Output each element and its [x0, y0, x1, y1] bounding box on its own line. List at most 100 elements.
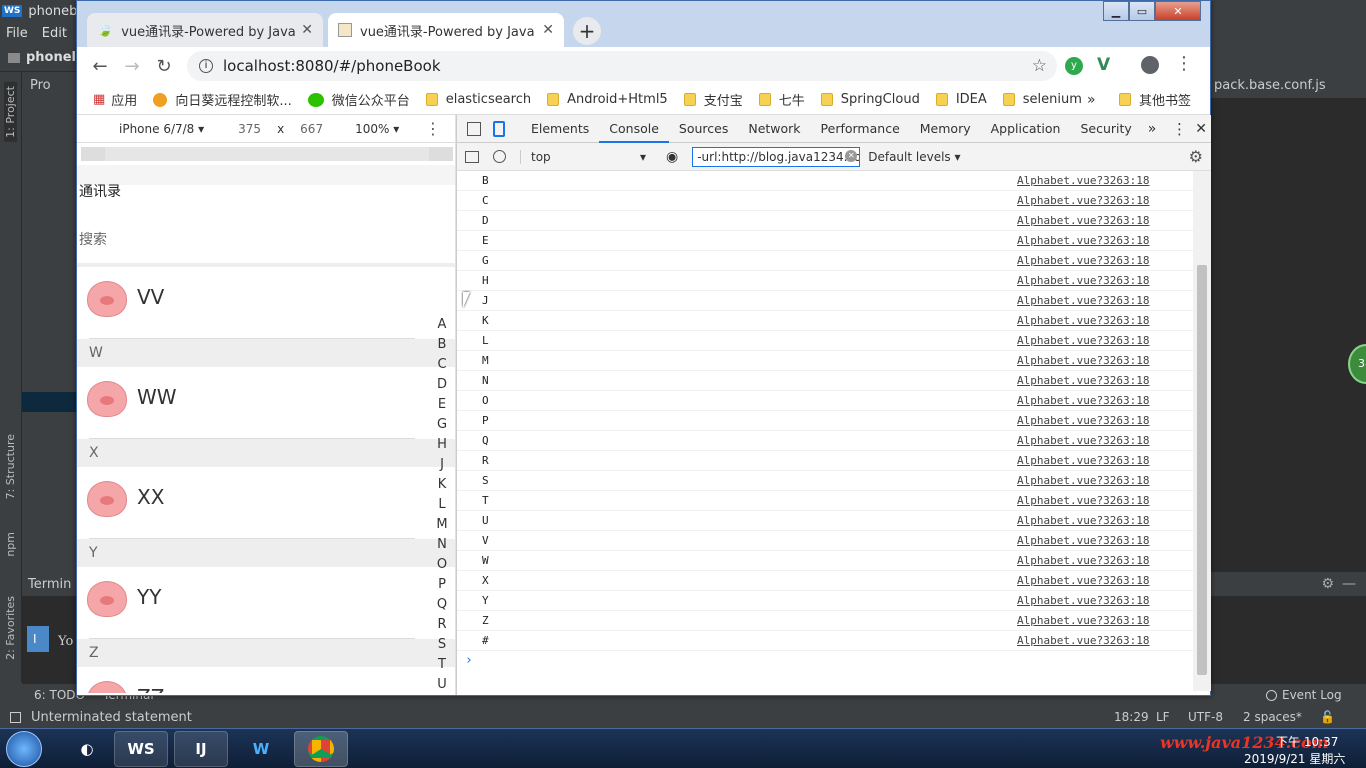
alphabet-letter[interactable]: T [435, 655, 449, 675]
bookmark-android-html5[interactable]: Android+Html5 [547, 92, 668, 107]
close-tab-icon[interactable]: ✕ [542, 22, 554, 38]
alphabet-letter[interactable]: E [435, 395, 449, 415]
console-settings-icon[interactable]: ⚙ [1189, 147, 1203, 166]
event-log-link[interactable]: Event Log [1282, 688, 1342, 702]
console-filter-input[interactable]: -url:http://blog.java1234.cor ✕ [692, 146, 861, 167]
close-devtools-icon[interactable]: ✕ [1195, 121, 1207, 137]
clear-console-icon[interactable] [493, 150, 506, 163]
log-source-link[interactable]: Alphabet.vue?3263:18 [1017, 294, 1149, 307]
devtools-tab-network[interactable]: Network [738, 115, 810, 143]
contact-item[interactable]: ZZ [77, 667, 455, 693]
alphabet-letter[interactable]: R [435, 615, 449, 635]
bookmark-idea[interactable]: IDEA [935, 92, 987, 107]
new-tab-button[interactable]: + [573, 17, 601, 45]
status-indent[interactable]: 2 spaces* [1243, 710, 1302, 724]
alphabet-letter[interactable]: A [435, 315, 449, 335]
log-source-link[interactable]: Alphabet.vue?3263:18 [1017, 374, 1149, 387]
log-source-link[interactable]: Alphabet.vue?3263:18 [1017, 254, 1149, 267]
status-position[interactable]: 18:29 [1114, 710, 1149, 724]
bookmark-elasticsearch[interactable]: elasticsearch [425, 92, 531, 107]
contact-item[interactable]: WW [77, 367, 455, 439]
tool-favorites[interactable]: 2: Favorites [4, 596, 17, 660]
menu-kebab-icon[interactable]: ⋮ [1175, 53, 1193, 74]
bookmark-star-icon[interactable]: ☆ [1032, 56, 1047, 76]
taskbar-chrome-icon[interactable] [294, 730, 348, 767]
clock-date[interactable]: 2019/9/21 星期六 [1244, 750, 1345, 767]
devtools-tab-sources[interactable]: Sources [669, 115, 738, 143]
tool-project[interactable]: 1: Project [4, 82, 17, 142]
taskbar-app-colors-icon[interactable]: ◐ [66, 731, 108, 767]
devtools-tab-application[interactable]: Application [981, 115, 1071, 143]
log-source-link[interactable]: Alphabet.vue?3263:18 [1017, 474, 1149, 487]
device-height-input[interactable]: 667 [300, 122, 323, 136]
menu-file[interactable]: File [6, 26, 28, 41]
devtools-tab-console[interactable]: Console [599, 115, 669, 143]
alphabet-letter[interactable]: Q [435, 595, 449, 615]
alphabet-letter[interactable]: M [435, 515, 449, 535]
more-bookmarks-button[interactable]: » [1087, 92, 1096, 108]
device-options-icon[interactable]: ⋮ [425, 119, 441, 138]
device-toggle-icon[interactable] [493, 120, 505, 137]
project-tab-label[interactable]: Pro [30, 78, 51, 93]
log-source-link[interactable]: Alphabet.vue?3263:18 [1017, 494, 1149, 507]
bookmark-springcloud[interactable]: SpringCloud [820, 92, 920, 107]
reload-icon[interactable]: ↻ [148, 50, 180, 82]
browser-tab-1[interactable]: 🍃 vue通讯录-Powered by Java12 ✕ [87, 13, 323, 47]
profile-icon[interactable] [1141, 56, 1159, 74]
bookmark-sunflower[interactable]: 向日葵远程控制软... [153, 90, 292, 109]
browser-tab-2[interactable]: vue通讯录-Powered by Java12 ✕ [328, 13, 564, 47]
maximize-window-button[interactable]: ▭ [1129, 1, 1155, 21]
devtools-tab-security[interactable]: Security [1070, 115, 1141, 143]
status-line-separator[interactable]: LF [1156, 710, 1170, 724]
console-scroll-thumb[interactable] [1197, 265, 1207, 675]
alphabet-letter[interactable]: O [435, 555, 449, 575]
alphabet-index[interactable]: ABCDEGHJKLMNOPQRSTU [435, 315, 449, 693]
eye-icon[interactable]: ◉ [666, 149, 678, 165]
log-source-link[interactable]: Alphabet.vue?3263:18 [1017, 454, 1149, 467]
device-width-input[interactable]: 375 [238, 122, 261, 136]
log-source-link[interactable]: Alphabet.vue?3263:18 [1017, 534, 1149, 547]
sidebar-toggle-icon[interactable] [465, 150, 479, 163]
devtools-tab-elements[interactable]: Elements [521, 115, 599, 143]
taskbar-app-icon[interactable]: W [234, 731, 288, 767]
log-source-link[interactable]: Alphabet.vue?3263:18 [1017, 174, 1149, 187]
close-window-button[interactable]: ✕ [1155, 1, 1201, 21]
bookmark-selenium[interactable]: selenium [1002, 92, 1082, 107]
alphabet-letter[interactable]: J [435, 455, 449, 475]
bookmark-wechat[interactable]: 微信公众平台 [307, 90, 410, 109]
zoom-select[interactable]: 100% ▾ [355, 122, 399, 136]
other-bookmarks[interactable]: 其他书签 [1119, 90, 1191, 109]
address-bar[interactable]: i localhost:8080/#/phoneBook ☆ [187, 51, 1057, 81]
log-source-link[interactable]: Alphabet.vue?3263:18 [1017, 554, 1149, 567]
log-source-link[interactable]: Alphabet.vue?3263:18 [1017, 394, 1149, 407]
alphabet-letter[interactable]: S [435, 635, 449, 655]
alphabet-letter[interactable]: L [435, 495, 449, 515]
log-source-link[interactable]: Alphabet.vue?3263:18 [1017, 594, 1149, 607]
devtools-tab-memory[interactable]: Memory [910, 115, 981, 143]
vue-devtools-icon[interactable]: V [1097, 55, 1110, 75]
bookmark-apps[interactable]: ▦ 应用 [93, 90, 137, 109]
log-source-link[interactable]: Alphabet.vue?3263:18 [1017, 514, 1149, 527]
info-icon[interactable]: i [199, 59, 213, 73]
log-source-link[interactable]: Alphabet.vue?3263:18 [1017, 434, 1149, 447]
log-source-link[interactable]: Alphabet.vue?3263:18 [1017, 194, 1149, 207]
more-tabs-button[interactable]: » [1148, 121, 1157, 137]
log-source-link[interactable]: Alphabet.vue?3263:18 [1017, 334, 1149, 347]
log-source-link[interactable]: Alphabet.vue?3263:18 [1017, 354, 1149, 367]
log-source-link[interactable]: Alphabet.vue?3263:18 [1017, 234, 1149, 247]
log-source-link[interactable]: Alphabet.vue?3263:18 [1017, 314, 1149, 327]
start-button[interactable] [6, 730, 42, 767]
log-source-link[interactable]: Alphabet.vue?3263:18 [1017, 634, 1149, 647]
alphabet-letter[interactable]: D [435, 375, 449, 395]
device-model-select[interactable]: iPhone 6/7/8 ▾ [119, 122, 204, 136]
devtools-tab-performance[interactable]: Performance [811, 115, 910, 143]
search-input[interactable]: 搜索 [79, 229, 107, 249]
log-source-link[interactable]: Alphabet.vue?3263:18 [1017, 274, 1149, 287]
context-select[interactable]: top ▾ [520, 149, 650, 164]
log-source-link[interactable]: Alphabet.vue?3263:18 [1017, 614, 1149, 627]
log-levels-select[interactable]: Default levels ▾ [868, 150, 960, 164]
devtools-menu-icon[interactable]: ⋮ [1172, 120, 1187, 138]
console-prompt[interactable]: › [457, 651, 1193, 671]
extension-icon[interactable]: y [1065, 57, 1083, 75]
clock-time[interactable]: 下午 10:37 [1276, 733, 1338, 750]
